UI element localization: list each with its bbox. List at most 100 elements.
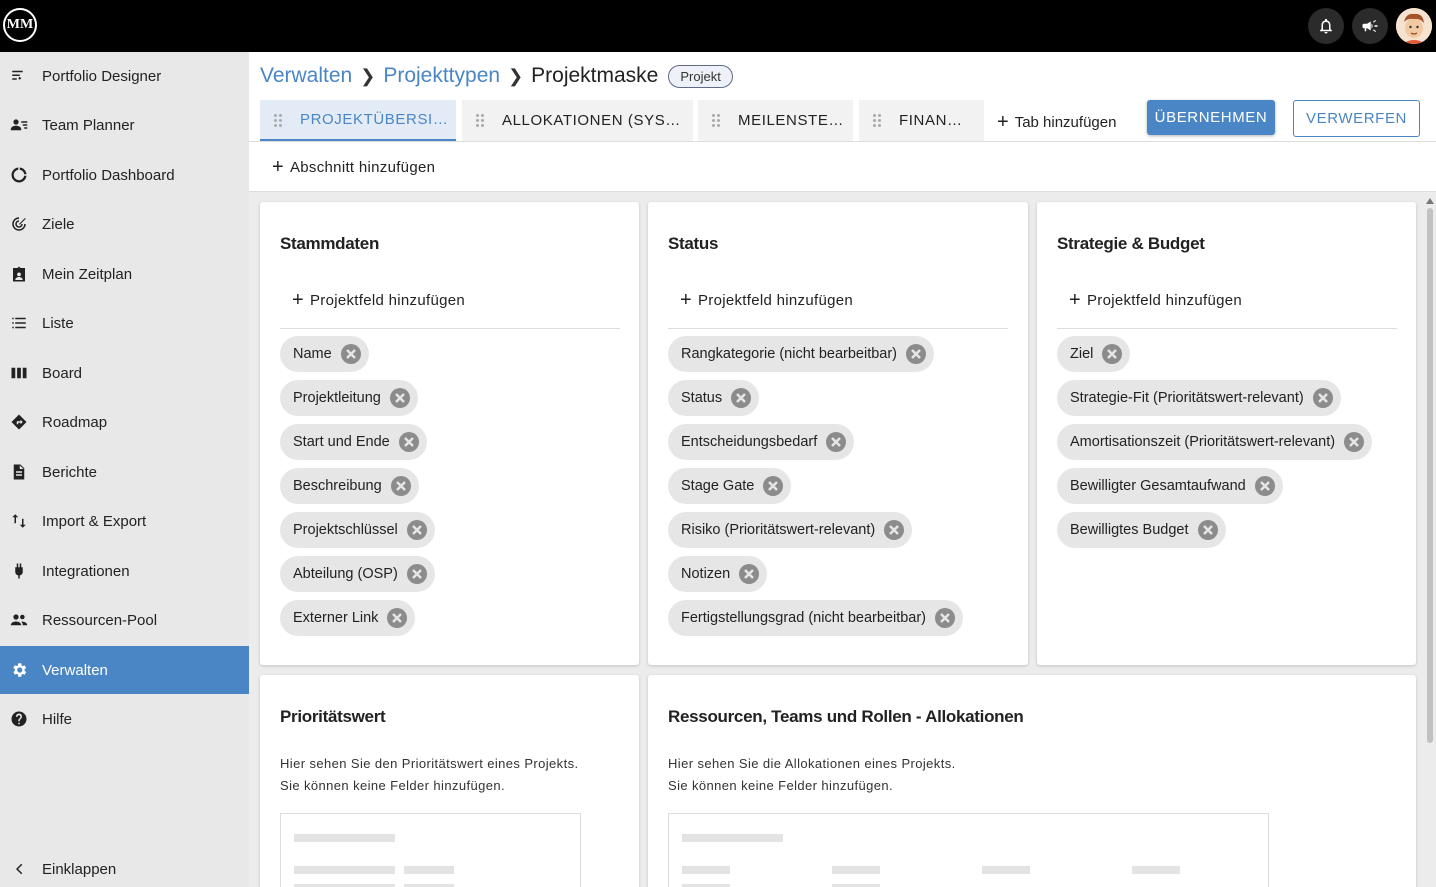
field-chip[interactable]: Projektleitung [280, 380, 418, 416]
field-chip[interactable]: Ziel [1057, 336, 1131, 372]
sidebar-item-portfolio-dashboard[interactable]: Portfolio Dashboard [0, 151, 249, 199]
sidebar-item-team-planner[interactable]: Team Planner [0, 101, 249, 149]
sidebar: Portfolio Designer Team Planner Portfoli… [0, 52, 249, 887]
sidebar-item-berichte[interactable]: Berichte [0, 448, 249, 496]
field-chip[interactable]: Projektschlüssel [280, 512, 435, 548]
section-title: Prioritätswert [280, 707, 386, 726]
breadcrumb-separator-icon: ❯ [508, 65, 524, 86]
remove-icon[interactable] [826, 432, 847, 452]
remove-icon[interactable] [1254, 476, 1275, 496]
drag-handle-icon[interactable] [274, 114, 284, 128]
discard-button[interactable]: VERWERFEN [1293, 100, 1420, 137]
sidebar-item-hilfe[interactable]: Hilfe [0, 695, 249, 743]
remove-icon[interactable] [731, 388, 752, 408]
field-chip[interactable]: Notizen [668, 556, 768, 592]
gear-icon [10, 661, 28, 679]
add-field-button[interactable]: + Projektfeld hinzufügen [292, 290, 465, 310]
top-bar: MM [0, 0, 1436, 52]
remove-icon[interactable] [387, 608, 408, 628]
add-tab-button[interactable]: + Tab hinzufügen [997, 112, 1116, 132]
field-chip[interactable]: Stage Gate [668, 468, 792, 504]
field-chip[interactable]: Abteilung (OSP) [280, 556, 435, 592]
apply-button[interactable]: ÜBERNEHMEN [1147, 100, 1275, 135]
field-chip[interactable]: Entscheidungsbedarf [668, 424, 855, 460]
field-chip[interactable]: Name [280, 336, 369, 372]
sidebar-item-roadmap[interactable]: Roadmap [0, 398, 249, 446]
remove-icon[interactable] [406, 520, 427, 540]
field-chip-label: Entscheidungsbedarf [681, 434, 818, 450]
sidebar-item-portfolio-designer[interactable]: Portfolio Designer [0, 52, 249, 100]
sidebar-item-integrationen[interactable]: Integrationen [0, 547, 249, 595]
remove-icon[interactable] [763, 476, 784, 496]
sidebar-item-label: Ressourcen-Pool [42, 611, 158, 629]
notifications-button[interactable] [1308, 8, 1344, 44]
remove-icon[interactable] [1197, 520, 1218, 540]
add-field-button[interactable]: + Projektfeld hinzufügen [680, 290, 853, 310]
team-planner-icon [10, 116, 28, 134]
app-logo[interactable]: MM [3, 8, 37, 42]
tab-allokationen[interactable]: ALLOKATIONEN (SYS… [462, 100, 693, 141]
announcements-button[interactable] [1352, 8, 1388, 44]
scroll-thumb[interactable] [1427, 208, 1433, 743]
sidebar-item-board[interactable]: Board [0, 349, 249, 397]
breadcrumb-link-verwalten[interactable]: Verwalten [260, 64, 352, 88]
field-chip[interactable]: Start und Ende [280, 424, 427, 460]
remove-icon[interactable] [340, 344, 361, 364]
remove-icon[interactable] [390, 476, 411, 496]
sidebar-item-verwalten[interactable]: Verwalten [0, 646, 249, 694]
field-chip[interactable]: Amortisationszeit (Prioritätswert-releva… [1057, 424, 1373, 460]
sidebar-item-label: Verwalten [42, 661, 108, 679]
tab-label: PROJEKTÜBERSI… [300, 111, 449, 128]
tab-meilensteine[interactable]: MEILENSTE… [698, 100, 853, 141]
divider [280, 328, 620, 329]
remove-icon[interactable] [1312, 388, 1333, 408]
tab-finanzen[interactable]: FINAN… [859, 100, 984, 141]
sidebar-item-ziele[interactable]: Ziele [0, 200, 249, 248]
field-chip[interactable]: Externer Link [280, 600, 416, 636]
remove-icon[interactable] [1102, 344, 1123, 364]
remove-icon[interactable] [935, 608, 956, 628]
section-title: Stammdaten [280, 234, 380, 253]
divider [668, 328, 1008, 329]
drag-handle-icon[interactable] [476, 114, 486, 128]
add-field-button[interactable]: + Projektfeld hinzufügen [1069, 290, 1242, 310]
skeleton-bar [682, 866, 730, 874]
field-chip[interactable]: Beschreibung [280, 468, 419, 504]
sidebar-item-liste[interactable]: Liste [0, 299, 249, 347]
field-chip-label: Amortisationszeit (Prioritätswert-releva… [1070, 434, 1336, 450]
field-chip[interactable]: Rangkategorie (nicht bearbeitbar) [668, 336, 935, 372]
add-field-label: Projektfeld hinzufügen [697, 291, 854, 309]
remove-icon[interactable] [389, 388, 410, 408]
field-chip[interactable]: Risiko (Prioritätswert-relevant) [668, 512, 913, 548]
user-avatar[interactable] [1396, 8, 1432, 44]
vertical-scrollbar[interactable] [1426, 198, 1434, 743]
field-chip[interactable]: Status [668, 380, 760, 416]
sidebar-collapse-button[interactable]: Einklappen [0, 845, 249, 887]
field-chip[interactable]: Strategie-Fit (Prioritätswert-relevant) [1057, 380, 1341, 416]
tab-projektuebersicht[interactable]: PROJEKTÜBERSI… [260, 100, 456, 141]
add-section-button[interactable]: + Abschnitt hinzufügen [272, 157, 435, 177]
sidebar-item-label: Board [42, 364, 83, 382]
drag-handle-icon[interactable] [873, 114, 883, 128]
sidebar-item-label: Portfolio Designer [42, 67, 162, 85]
add-field-label: Projektfeld hinzufügen [1086, 291, 1243, 309]
remove-icon[interactable] [406, 564, 427, 584]
drag-handle-icon[interactable] [712, 114, 722, 128]
field-chip[interactable]: Fertigstellungsgrad (nicht bearbeitbar) [668, 600, 964, 636]
scroll-up-icon[interactable] [1426, 198, 1434, 204]
remove-icon[interactable] [906, 344, 927, 364]
field-chip[interactable]: Bewilligter Gesamtaufwand [1057, 468, 1283, 504]
field-chip[interactable]: Bewilligtes Budget [1057, 512, 1226, 548]
sidebar-item-label: Integrationen [42, 562, 130, 580]
badge-icon [10, 265, 28, 283]
sidebar-item-mein-zeitplan[interactable]: Mein Zeitplan [0, 250, 249, 298]
remove-icon[interactable] [398, 432, 419, 452]
divider [1057, 328, 1397, 329]
breadcrumb-link-projekttypen[interactable]: Projekttypen [383, 64, 500, 88]
sidebar-item-import-export[interactable]: Import & Export [0, 497, 249, 545]
remove-icon[interactable] [1344, 432, 1365, 452]
sidebar-item-ressourcen-pool[interactable]: Ressourcen-Pool [0, 596, 249, 644]
remove-icon[interactable] [884, 520, 905, 540]
remove-icon[interactable] [739, 564, 760, 584]
section-title: Strategie & Budget [1057, 234, 1205, 253]
